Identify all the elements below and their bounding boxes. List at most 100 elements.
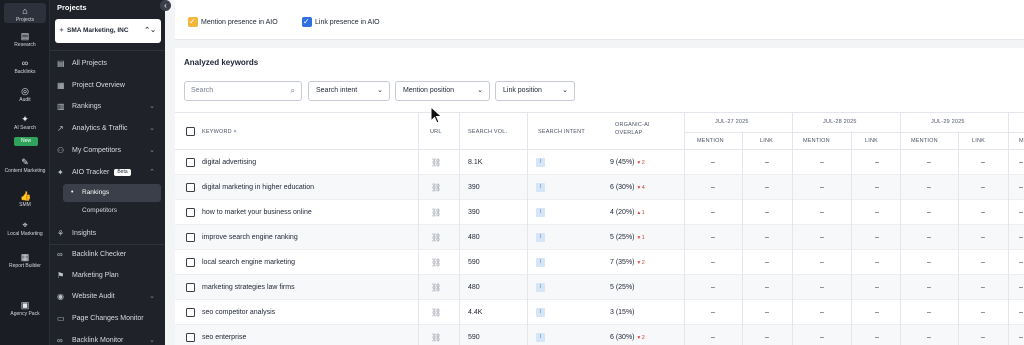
sidebar-item-aio-tracker[interactable]: ✦ AIO Tracker Beta ⌃ <box>50 164 165 182</box>
link-icon[interactable]: ⛓ <box>431 175 441 200</box>
mention-presence-toggle[interactable]: Mention presence in AIO <box>188 16 278 27</box>
sidebar-item-label: Website Audit <box>72 293 115 300</box>
collapse-sidebar-button[interactable]: ‹ <box>160 0 171 11</box>
sidebar-item-marketing-plan[interactable]: ⚑ Marketing Plan <box>50 267 165 285</box>
sidebar-item-my-competitors[interactable]: ⚇ My Competitors ⌄ <box>50 142 165 160</box>
overlap-cell[interactable]: 7 (35%) ▾ 2 <box>610 250 645 275</box>
empty-value-cell: – <box>711 284 715 291</box>
empty-value-cell: – <box>765 159 769 166</box>
sidebar-divider <box>50 50 165 51</box>
link-icon[interactable]: ⛓ <box>431 275 441 300</box>
link-icon[interactable]: ⛓ <box>431 150 441 175</box>
rail-item-research[interactable]: ▤ Research <box>0 31 50 48</box>
overlap-cell[interactable]: 5 (25%) ▾ 1 <box>610 225 645 250</box>
link-icon[interactable]: ⛓ <box>431 225 441 250</box>
sidebar-subitem-label: Competitors <box>82 207 118 214</box>
rail-item-smm[interactable]: 👍 SMM <box>0 191 50 208</box>
row-checkbox[interactable] <box>186 158 195 167</box>
sidebar-item-project-overview[interactable]: ▦ Project Overview <box>50 77 165 95</box>
rail-item-projects[interactable]: ⌂ Projects <box>4 3 46 23</box>
date-header-2: JUL-28 2025 <box>823 119 857 125</box>
sidebar-subitem-competitors[interactable]: Competitors <box>50 202 165 220</box>
row-checkbox[interactable] <box>186 233 195 242</box>
keyword-cell[interactable]: seo competitor analysis <box>202 300 275 325</box>
agency-icon: ▣ <box>20 300 30 310</box>
keyword-cell[interactable]: digital advertising <box>202 150 256 175</box>
keyword-cell[interactable]: digital marketing in higher education <box>202 175 314 200</box>
sidebar-item-backlink-checker[interactable]: ∞ Backlink Checker <box>50 246 165 264</box>
row-checkbox[interactable] <box>186 333 195 342</box>
selector-chevron-icon: ⌃⌄ <box>144 27 156 34</box>
overlap-cell[interactable]: 3 (15%) <box>610 300 638 325</box>
mention-checkbox[interactable] <box>188 16 198 27</box>
overlap-delta: ▾ 2 <box>637 335 645 341</box>
report-icon: ▦ <box>20 252 30 262</box>
link-icon[interactable]: ⛓ <box>431 250 441 275</box>
empty-value-cell: – <box>711 234 715 241</box>
row-checkbox[interactable] <box>186 183 195 192</box>
link-icon[interactable]: ⛓ <box>431 200 441 225</box>
sidebar-item-page-changes-monitor[interactable]: ▭ Page Changes Monitor <box>50 310 165 328</box>
search-input[interactable]: Search ⌕ <box>184 81 302 101</box>
sidebar-item-label: Marketing Plan <box>72 272 119 279</box>
col-organic-ai-overlap[interactable]: ORGANIC-AI OVERLAP <box>615 121 670 137</box>
empty-value-cell: – <box>875 234 879 241</box>
keyword-cell[interactable]: marketing strategies law firms <box>202 275 295 300</box>
row-checkbox[interactable] <box>186 208 195 217</box>
empty-value-cell: – <box>765 234 769 241</box>
sidebar-item-all-projects[interactable]: ▤ All Projects <box>50 55 165 73</box>
keyword-cell[interactable]: local search engine marketing <box>202 250 295 275</box>
keyword-cell[interactable]: seo enterprise <box>202 325 246 345</box>
link-presence-toggle[interactable]: Link presence in AIO <box>302 16 380 27</box>
rail-item-content-marketing[interactable]: ✎ Content Marketing <box>0 157 50 174</box>
sidebar-item-label: Analytics & Traffic <box>72 125 128 132</box>
link-icon[interactable]: ⛓ <box>431 325 441 345</box>
rail-item-local-marketing[interactable]: ⌖ Local Marketing <box>0 220 50 237</box>
select-all-checkbox[interactable] <box>186 127 195 136</box>
sidebar-item-analytics-traffic[interactable]: ↗ Analytics & Traffic ⌄ <box>50 120 165 138</box>
link-icon[interactable]: ⛓ <box>431 300 441 325</box>
rail-item-report-builder[interactable]: ▦ Report Builder <box>0 252 50 269</box>
empty-value-cell: – <box>981 259 985 266</box>
overlap-cell[interactable]: 6 (30%) ▾ 2 <box>610 325 645 345</box>
keyword-cell[interactable]: how to market your business online <box>202 200 312 225</box>
rail-label: Report Builder <box>9 263 41 269</box>
row-checkbox[interactable] <box>186 308 195 317</box>
empty-value-cell: – <box>981 284 985 291</box>
bullet-icon: • <box>71 189 74 196</box>
col-keyword[interactable]: KEYWORD ˄ <box>202 129 237 135</box>
table-row: digital marketing in higher education ⛓ 39… <box>175 175 1024 200</box>
link-checkbox[interactable] <box>302 16 312 27</box>
empty-value-cell: – <box>820 209 824 216</box>
mention-position-dropdown[interactable]: Mention position ⌄ <box>395 81 490 101</box>
sidebar-subitem-rankings[interactable]: • Rankings <box>63 184 161 202</box>
sidebar-item-label: My Competitors <box>72 147 122 154</box>
rail-item-agency-pack[interactable]: ▣ Agency Pack <box>0 300 50 317</box>
overlap-cell[interactable]: 9 (45%) ▾ 2 <box>610 150 645 175</box>
overlap-delta: ▾ 1 <box>637 235 645 241</box>
col-search-volume[interactable]: SEARCH VOL. <box>468 129 507 135</box>
sidebar-item-backlink-monitor[interactable]: ∞ Backlink Monitor ⌄ <box>50 332 165 345</box>
page-changes-icon: ▭ <box>57 314 65 323</box>
analyzed-keywords-card: Analyzed keywords Search ⌕ Search intent… <box>175 48 1024 345</box>
search-intent-dropdown[interactable]: Search intent ⌄ <box>308 81 390 101</box>
rail-item-audit[interactable]: ◎ Audit <box>0 86 50 103</box>
rail-label: SMM <box>19 202 31 208</box>
intent-badge: I <box>536 307 545 317</box>
backlink-icon: ∞ <box>57 250 63 259</box>
link-position-dropdown[interactable]: Link position ⌄ <box>495 81 575 101</box>
rail-item-backlinks[interactable]: ∞ Backlinks <box>0 58 50 75</box>
overlap-cell[interactable]: 4 (20%) ▴ 1 <box>610 200 645 225</box>
row-checkbox[interactable] <box>186 258 195 267</box>
sidebar-item-website-audit[interactable]: ◉ Website Audit ⌄ <box>50 288 165 306</box>
overlap-cell[interactable]: 6 (30%) ▾ 4 <box>610 175 645 200</box>
rail-item-ai-search[interactable]: ✦ AI Search <box>0 114 50 131</box>
sidebar-item-insights[interactable]: ⚘ Insights <box>50 225 165 243</box>
row-checkbox[interactable] <box>186 283 195 292</box>
project-selector[interactable]: ✦ SMA Marketing, INC ⌃⌄ <box>55 19 161 43</box>
sidebar-item-rankings[interactable]: ▥ Rankings ⌄ <box>50 98 165 116</box>
rail-label: Local Marketing <box>7 231 43 237</box>
overlap-cell[interactable]: 5 (25%) <box>610 275 638 300</box>
table-row: how to market your business online ⛓ 390 I 4… <box>175 200 1024 225</box>
keyword-cell[interactable]: improve search engine ranking <box>202 225 298 250</box>
